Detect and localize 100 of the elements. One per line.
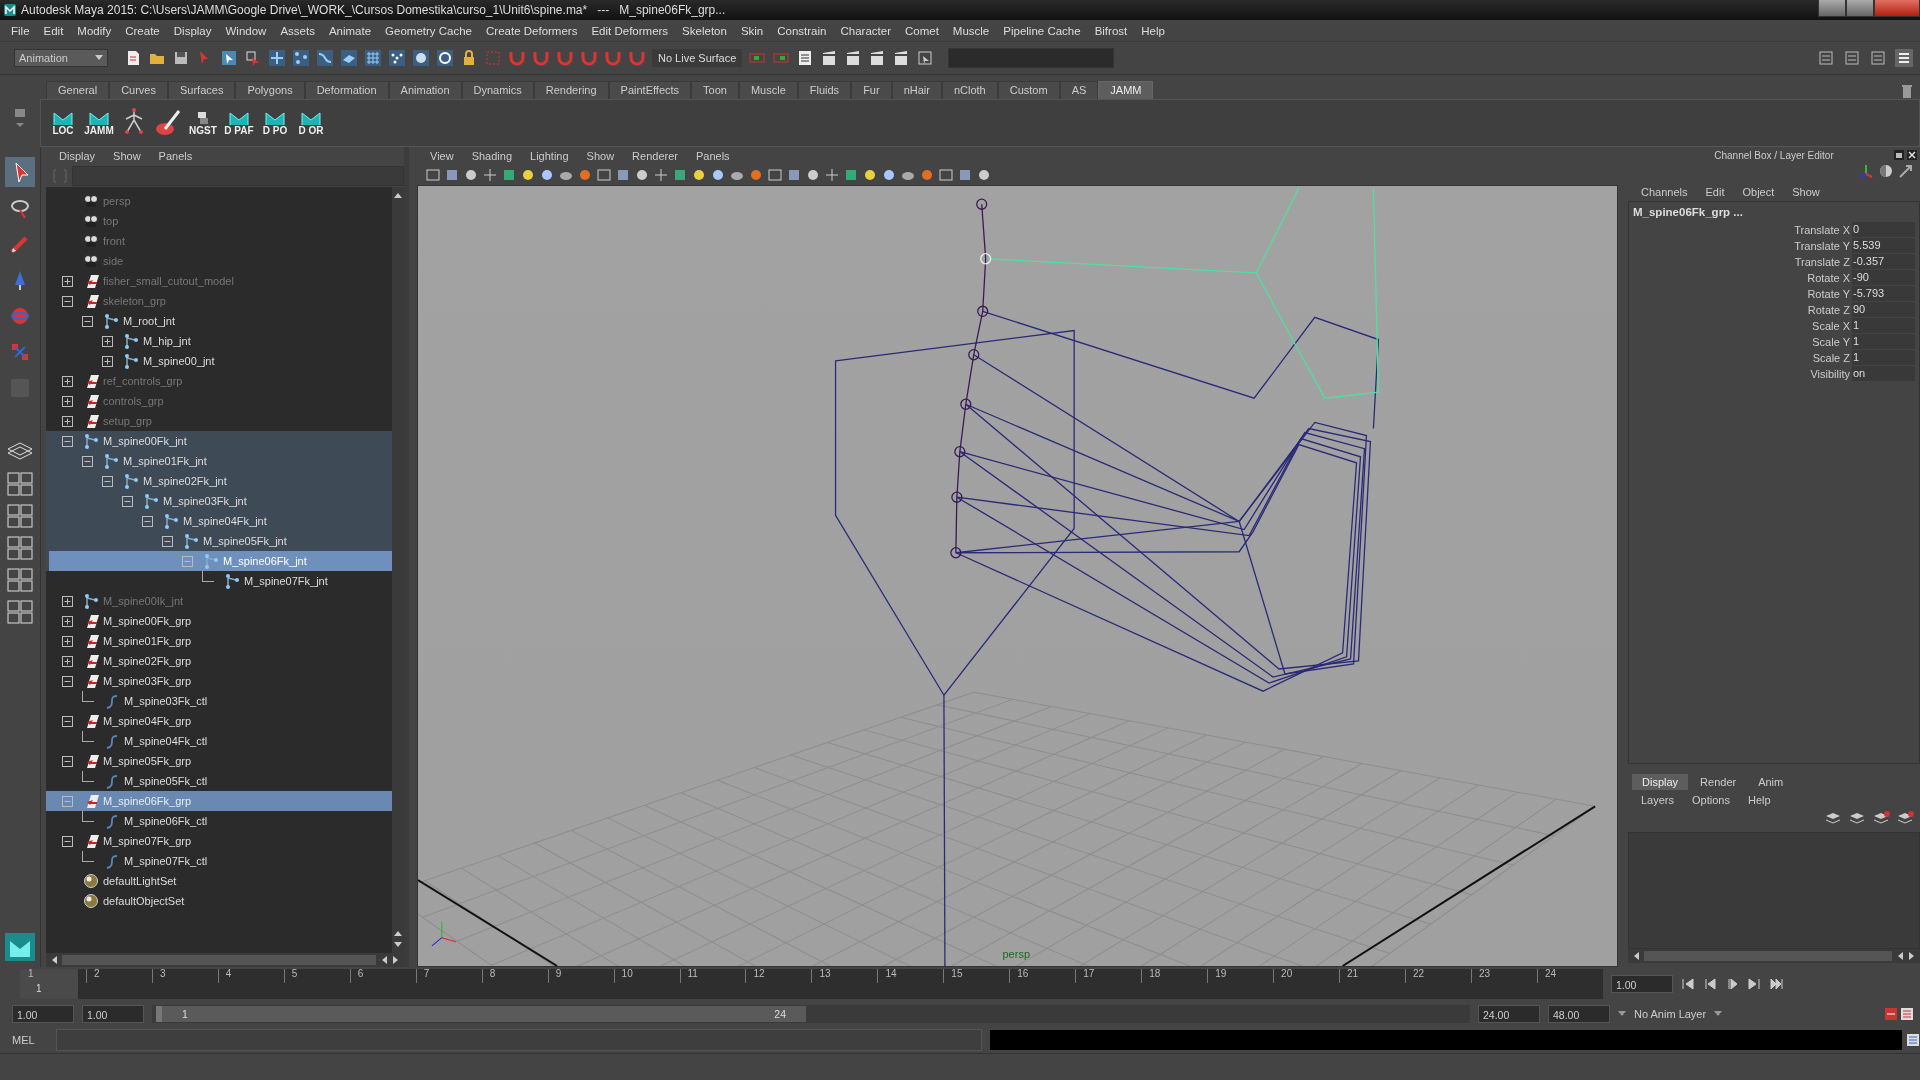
outliner-item[interactable]: M_spine07Fk_jnt: [244, 575, 328, 587]
menu-item[interactable]: Pipeline Cache: [996, 24, 1088, 37]
menu-item[interactable]: Bifrost: [1087, 24, 1135, 37]
outliner-item[interactable]: M_root_jnt: [123, 315, 175, 327]
collapse-icon[interactable]: [62, 435, 73, 447]
outliner-item[interactable]: M_spine02Fk_grp: [103, 655, 192, 667]
viewport-tool-icon[interactable]: [425, 167, 441, 183]
tool-settings-icon[interactable]: [1868, 48, 1888, 68]
minimize-button[interactable]: [1818, 0, 1846, 17]
menu-item[interactable]: File: [4, 24, 37, 37]
outliner-item[interactable]: M_spine03Fk_grp: [103, 675, 192, 687]
channel-name[interactable]: Visibility: [1810, 368, 1852, 380]
outliner-item[interactable]: M_spine05Fk_ctl: [124, 775, 208, 787]
viewport-tool-icon[interactable]: [881, 167, 897, 183]
menu-item[interactable]: Panels: [149, 150, 202, 162]
menu-item[interactable]: Display: [166, 24, 219, 37]
go-to-start-icon[interactable]: [1681, 977, 1695, 991]
layout-icon[interactable]: [6, 503, 34, 529]
input-field[interactable]: [948, 48, 1115, 68]
menu-item[interactable]: Constrain: [770, 24, 834, 37]
menu-item[interactable]: Muscle: [945, 24, 997, 37]
grid-icon[interactable]: [364, 49, 382, 67]
viewport-tool-icon[interactable]: [748, 167, 764, 183]
start-time-field[interactable]: 1.00: [12, 1005, 74, 1023]
shelf-button[interactable]: LOC: [47, 106, 79, 140]
viewport-tool-icon[interactable]: [805, 167, 821, 183]
outliner-item[interactable]: M_spine07Fk_grp: [103, 835, 192, 847]
channel-name[interactable]: Scale Z: [1812, 352, 1852, 364]
layer-stack-icon[interactable]: [1896, 810, 1914, 826]
outliner-item[interactable]: M_spine06Fk_ctl: [124, 815, 208, 827]
channel-value-field[interactable]: -0.357: [1852, 254, 1915, 270]
outliner-item[interactable]: M_spine03Fk_ctl: [124, 695, 208, 707]
menu-item[interactable]: Panels: [686, 150, 739, 162]
channel-value-field[interactable]: 90: [1852, 302, 1915, 318]
script-language-button[interactable]: MEL: [12, 1034, 52, 1046]
collapse-icon[interactable]: [82, 315, 93, 327]
expand-icon[interactable]: [62, 655, 73, 667]
select-box-icon[interactable]: [916, 49, 935, 67]
collapse-icon[interactable]: [122, 495, 133, 507]
viewport-tool-icon[interactable]: [634, 167, 650, 183]
viewport-tool-icon[interactable]: [976, 167, 992, 183]
close-button[interactable]: [1874, 0, 1920, 17]
channel-value-field[interactable]: 1: [1852, 334, 1915, 350]
channel-name[interactable]: Scale X: [1812, 320, 1852, 332]
plane-icon[interactable]: [340, 49, 358, 67]
menu-item[interactable]: Channels: [1632, 186, 1697, 198]
viewport-tool-icon[interactable]: [520, 167, 536, 183]
outliner-item[interactable]: M_spine01Fk_jnt: [123, 455, 207, 467]
viewport-tool-icon[interactable]: [957, 167, 973, 183]
float-window-icon[interactable]: [1893, 149, 1905, 161]
help-icon[interactable]: [436, 49, 454, 67]
collapse-icon[interactable]: [142, 515, 153, 527]
channel-name[interactable]: Rotate Y: [1807, 288, 1852, 300]
expand-icon[interactable]: [102, 335, 113, 347]
outliner-item[interactable]: M_spine00Fk_grp: [103, 615, 192, 627]
menu-item[interactable]: Geometry Cache: [378, 24, 480, 37]
current-time-field[interactable]: 1.00: [1611, 975, 1673, 993]
layout-icon[interactable]: [6, 599, 34, 625]
anim-layer-dropdown[interactable]: No Anim Layer: [1618, 1008, 1768, 1020]
step-back-icon[interactable]: [1703, 977, 1717, 991]
viewport-tool-icon[interactable]: [672, 167, 688, 183]
trash-icon[interactable]: [1900, 83, 1914, 99]
outliner-item[interactable]: M_spine04Fk_ctl: [124, 735, 208, 747]
channel-value-field[interactable]: 1: [1852, 350, 1915, 366]
outliner-item[interactable]: M_spine04Fk_jnt: [183, 515, 267, 527]
points-icon[interactable]: [388, 49, 406, 67]
playback-start-field[interactable]: 1.00: [82, 1005, 144, 1023]
viewport-tool-icon[interactable]: [824, 167, 840, 183]
menu-item[interactable]: Show: [104, 150, 150, 162]
viewport-tool-icon[interactable]: [919, 167, 935, 183]
shelf-button[interactable]: D PAF: [223, 106, 255, 140]
close-icon[interactable]: [1906, 149, 1918, 161]
nodes-icon[interactable]: [292, 49, 310, 67]
viewport-tool-icon[interactable]: [615, 167, 631, 183]
layout-icon[interactable]: [6, 535, 34, 561]
range-slider-bar[interactable]: 1 24: [156, 1006, 806, 1022]
collapse-icon[interactable]: [162, 535, 173, 547]
maximize-button[interactable]: [1846, 0, 1874, 17]
viewport-tool-icon[interactable]: [539, 167, 555, 183]
play-icon[interactable]: [1725, 977, 1739, 991]
shelf-tab[interactable]: Surfaces: [168, 81, 236, 99]
script-editor-icon[interactable]: [1906, 1033, 1920, 1047]
viewport-tool-icon[interactable]: [653, 167, 669, 183]
menu-item[interactable]: Display: [50, 150, 105, 162]
menu-item[interactable]: View: [421, 150, 463, 162]
viewport-tool-icon[interactable]: [482, 167, 498, 183]
collapse-icon[interactable]: [62, 715, 73, 727]
menu-item[interactable]: Modify: [70, 24, 119, 37]
shelf-tab[interactable]: nCloth: [941, 81, 998, 99]
channel-value-field[interactable]: 5.539: [1852, 238, 1915, 254]
shelf-tab[interactable]: Fluids: [797, 81, 852, 99]
shelf-tab[interactable]: General: [46, 81, 110, 99]
shelf-tab[interactable]: Rendering: [533, 81, 609, 99]
shelf-tab[interactable]: Fur: [851, 81, 892, 99]
outliner-item[interactable]: M_spine03Fk_jnt: [163, 495, 247, 507]
channel-name[interactable]: Translate X: [1794, 224, 1852, 236]
channel-name[interactable]: Rotate X: [1807, 272, 1852, 284]
playback-end-field[interactable]: 24.00: [1478, 1005, 1540, 1023]
axis-icon[interactable]: [1858, 163, 1874, 179]
menu-item[interactable]: Help: [1134, 24, 1172, 37]
